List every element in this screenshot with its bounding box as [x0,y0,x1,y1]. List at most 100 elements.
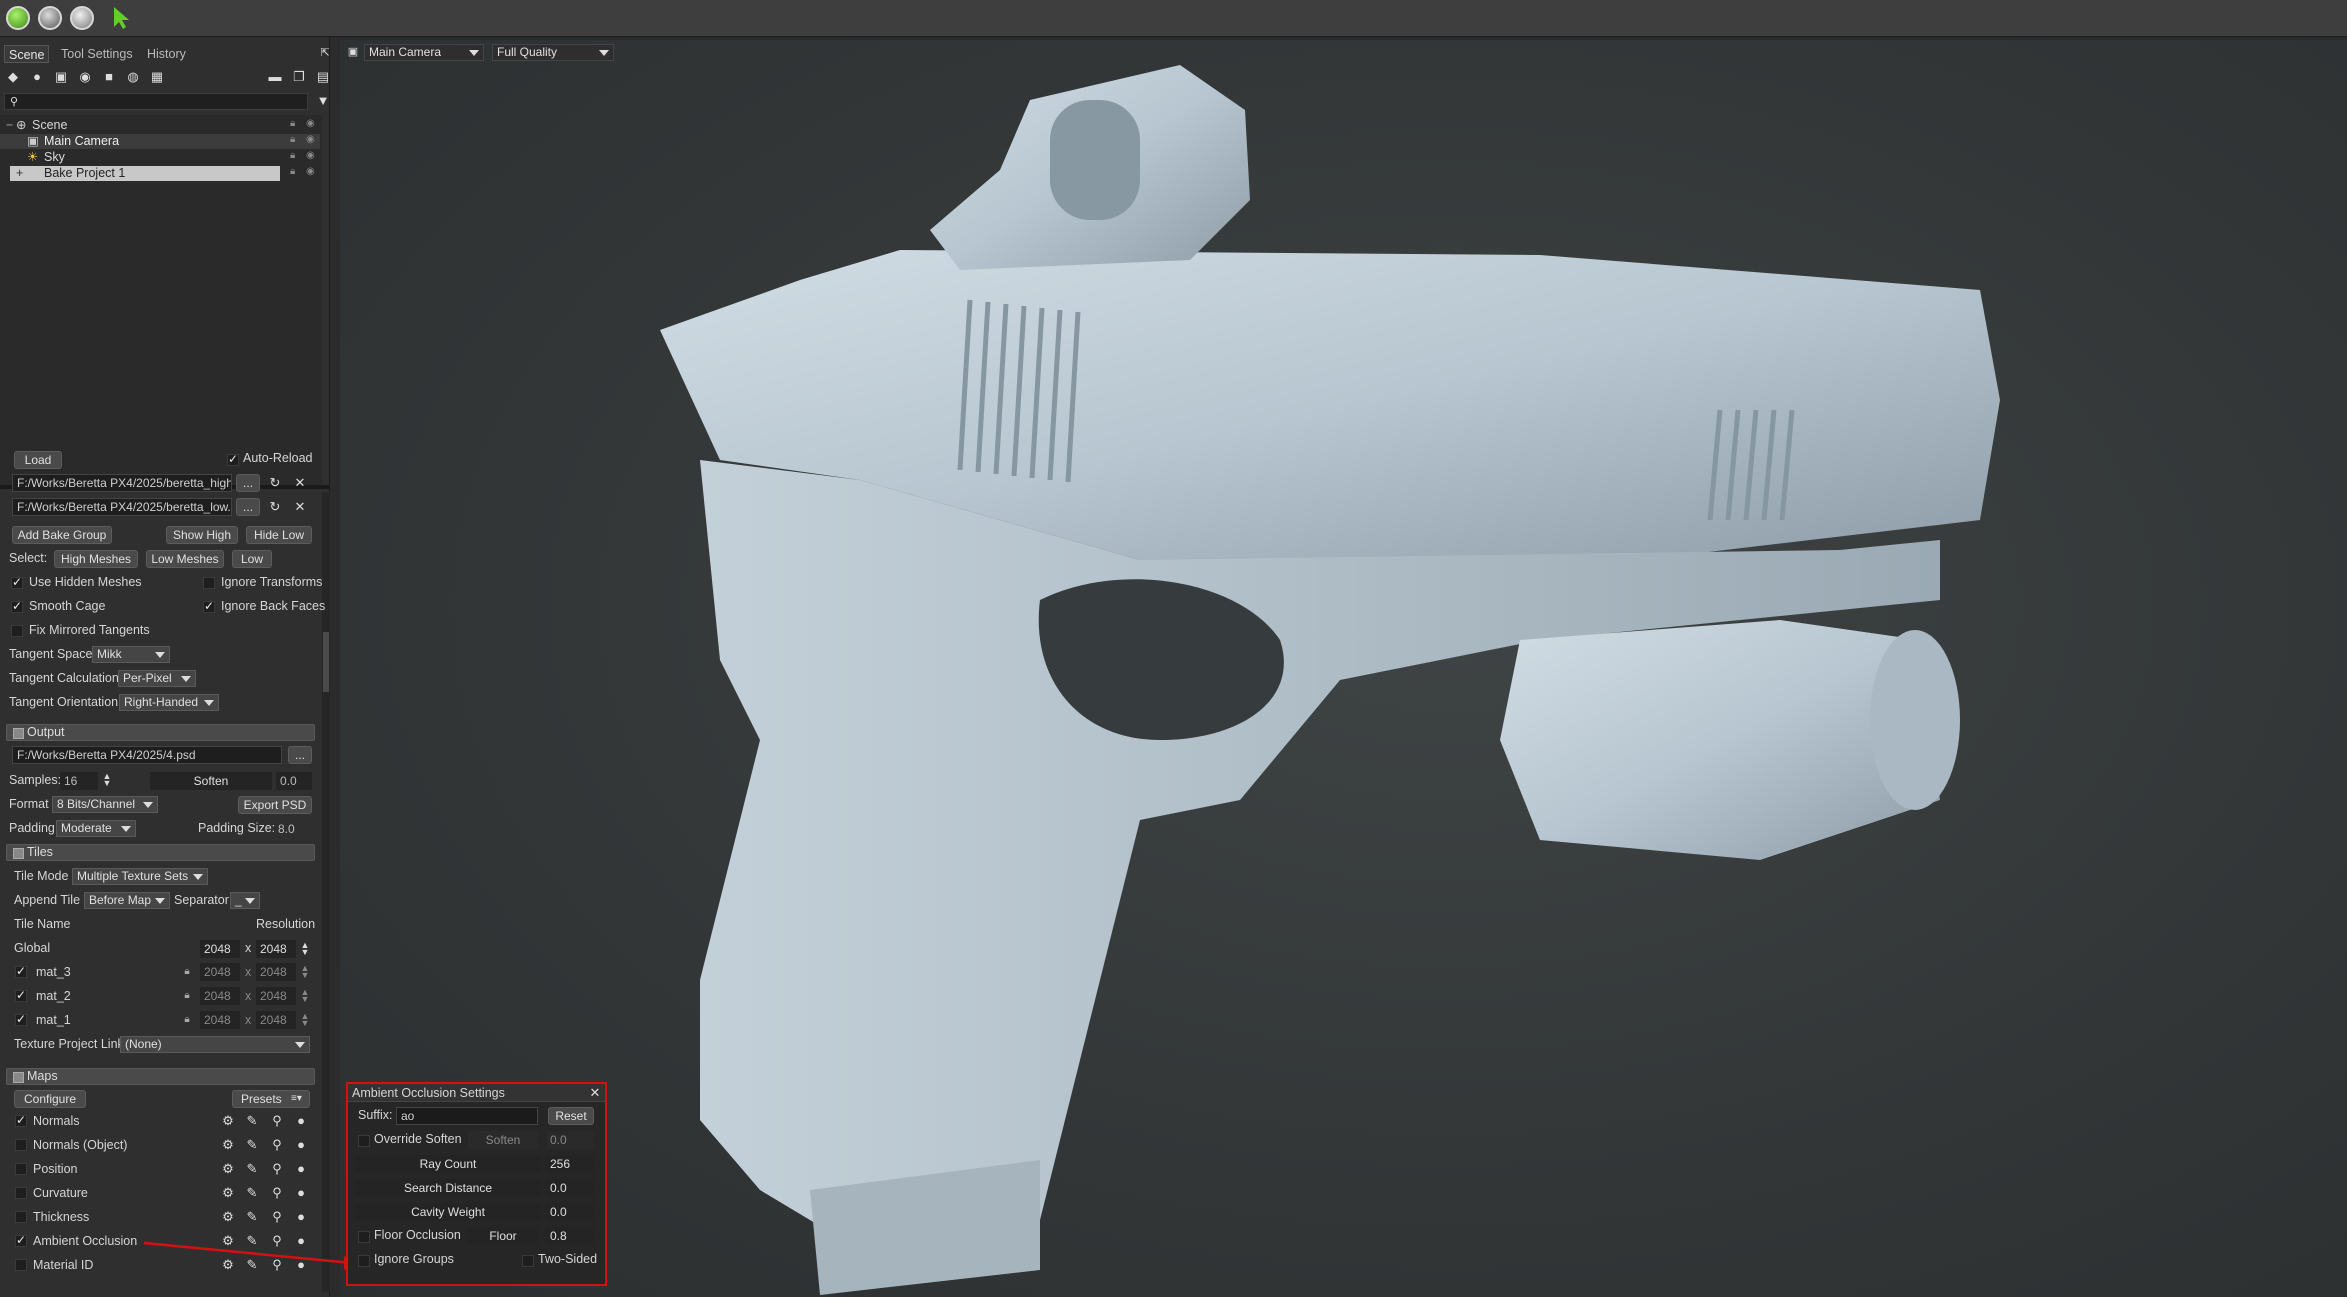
hide-low-button[interactable]: Hide Low [246,526,312,544]
expand-icon[interactable]: + [16,166,23,181]
add-bake-group-button[interactable]: Add Bake Group [12,526,112,544]
separator-select[interactable]: _ [230,892,260,909]
stepper-icon[interactable]: ▲ ▼ [298,1012,312,1028]
eye-icon[interactable]: ◉ [306,134,315,145]
map-checkbox[interactable] [15,1113,27,1127]
magnify-icon[interactable]: ⚲ [270,1138,284,1152]
select-low-meshes-button[interactable]: Low Meshes [146,550,224,568]
add-render-icon[interactable]: ◉ [78,70,92,84]
lock-icon[interactable]: 🔒︎ [180,965,194,979]
tab-tool-settings[interactable]: Tool Settings [57,45,137,63]
tile-checkbox[interactable] [15,964,27,978]
override-soften-checkbox[interactable] [358,1135,370,1147]
gear-icon[interactable]: ⚙ [221,1162,235,1176]
select-low-button[interactable]: Low [232,550,272,568]
viewport-camera-icon[interactable]: ▣ [346,45,360,59]
reset-button[interactable]: Reset [548,1107,594,1125]
reload-icon[interactable]: ↻ [268,500,282,514]
global-height[interactable]: 2048 [256,940,296,958]
map-checkbox[interactable] [15,1233,27,1247]
tab-history[interactable]: History [143,45,190,63]
search-distance-value[interactable]: 0.0 [546,1179,594,1197]
gray-sphere-icon[interactable] [38,6,62,30]
magnify-icon[interactable]: ⚲ [270,1162,284,1176]
map-item[interactable]: Normals (Object) ⚙ ✎ ⚲ ● [0,1135,320,1157]
two-sided-checkbox[interactable] [522,1255,534,1267]
maps-section-header[interactable]: Maps [6,1068,315,1085]
close-icon[interactable]: ✕ [293,500,307,514]
collapse-icon[interactable]: − [6,118,13,133]
fix-mirrored-checkbox[interactable] [11,625,23,637]
magnify-icon[interactable]: ⚲ [270,1186,284,1200]
ray-count-value[interactable]: 256 [546,1155,594,1173]
magnify-icon[interactable]: ⚲ [270,1114,284,1128]
output-section-header[interactable]: Output [6,724,315,741]
select-high-meshes-button[interactable]: High Meshes [54,550,138,568]
browse-low-button[interactable]: ... [236,498,260,516]
reload-icon[interactable]: ↻ [268,476,282,490]
map-item[interactable]: Normals ⚙ ✎ ⚲ ● [0,1111,320,1133]
pencil-icon[interactable]: ✎ [245,1210,259,1224]
floor-value[interactable]: 0.8 [546,1227,594,1245]
ao-panel-titlebar[interactable]: Ambient Occlusion Settings ✕ [348,1084,605,1102]
green-sphere-icon[interactable] [6,6,30,30]
tree-item-scene[interactable]: − ⊕ Scene [0,118,320,133]
gear-icon[interactable]: ⚙ [221,1114,235,1128]
duplicate-icon[interactable]: ❐ [292,70,306,84]
lock-icon[interactable]: 🔒︎ [290,134,295,145]
tile-checkbox[interactable] [15,988,27,1002]
stepper-icon[interactable]: ▲ ▼ [298,941,312,957]
stepper-icon[interactable]: ▲ ▼ [298,988,312,1004]
sphere-icon[interactable]: ● [294,1186,308,1200]
eye-icon[interactable]: ◉ [306,150,315,161]
lock-icon[interactable]: 🔒︎ [290,150,295,161]
add-bake-icon[interactable]: ■ [102,70,116,84]
stepper-icon[interactable]: ▲ ▼ [298,964,312,980]
tree-item-main-camera[interactable]: ▣ Main Camera [0,134,320,149]
popout-icon[interactable]: ⇱ [318,46,332,60]
gear-icon[interactable]: ⚙ [221,1210,235,1224]
lock-icon[interactable]: 🔒︎ [290,166,295,177]
ignore-groups-checkbox[interactable] [358,1255,370,1267]
magnify-icon[interactable]: ⚲ [270,1210,284,1224]
low-mesh-path[interactable]: F:/Works/Beretta PX4/2025/beretta_low.f [12,498,232,516]
floor-occlusion-checkbox[interactable] [358,1231,370,1243]
add-light-icon[interactable]: ● [30,70,44,84]
soften-slider[interactable]: Soften [150,772,272,790]
camera-select[interactable]: Main Camera [364,44,484,61]
map-checkbox[interactable] [15,1187,27,1199]
white-sphere-icon[interactable] [70,6,94,30]
3d-viewport[interactable]: ▣ Main Camera Full Quality [340,40,2347,1297]
folder-icon[interactable]: ▬ [268,70,282,84]
add-video-icon[interactable]: ▦ [150,70,164,84]
texture-link-select[interactable]: (None) [120,1036,310,1053]
sphere-icon[interactable]: ● [294,1114,308,1128]
add-object-icon[interactable]: ◆ [6,70,20,84]
gear-icon[interactable]: ⚙ [221,1186,235,1200]
filter-icon[interactable]: ▼ [316,94,330,108]
pencil-icon[interactable]: ✎ [245,1114,259,1128]
pencil-icon[interactable]: ✎ [245,1186,259,1200]
tiles-section-header[interactable]: Tiles [6,844,315,861]
padding-size-value[interactable]: 8.0 [274,820,312,838]
format-select[interactable]: 8 Bits/Channel [52,796,158,813]
select-cursor-icon[interactable] [112,6,130,30]
output-path[interactable]: F:/Works/Beretta PX4/2025/4.psd [12,746,282,764]
ray-count-slider[interactable]: Ray Count [356,1155,540,1173]
tree-item-sky[interactable]: ☀ Sky [0,150,320,165]
tangent-space-select[interactable]: Mikk [92,646,170,663]
pencil-icon[interactable]: ✎ [245,1138,259,1152]
tangent-orient-select[interactable]: Right-Handed [119,694,219,711]
show-high-button[interactable]: Show High [166,526,238,544]
browse-output-button[interactable]: ... [288,746,312,764]
export-psd-button[interactable]: Export PSD [238,796,312,814]
high-mesh-path[interactable]: F:/Works/Beretta PX4/2025/beretta_high [12,474,232,492]
add-sky-icon[interactable]: ◍ [126,70,140,84]
tile-mode-select[interactable]: Multiple Texture Sets [72,868,208,885]
append-tile-select[interactable]: Before Map [84,892,170,909]
map-item[interactable]: Position ⚙ ✎ ⚲ ● [0,1159,320,1181]
soften-value[interactable]: 0.0 [546,1131,594,1149]
close-icon[interactable]: ✕ [293,476,307,490]
eye-icon[interactable]: ◉ [306,118,315,129]
tab-scene[interactable]: Scene [4,45,50,63]
